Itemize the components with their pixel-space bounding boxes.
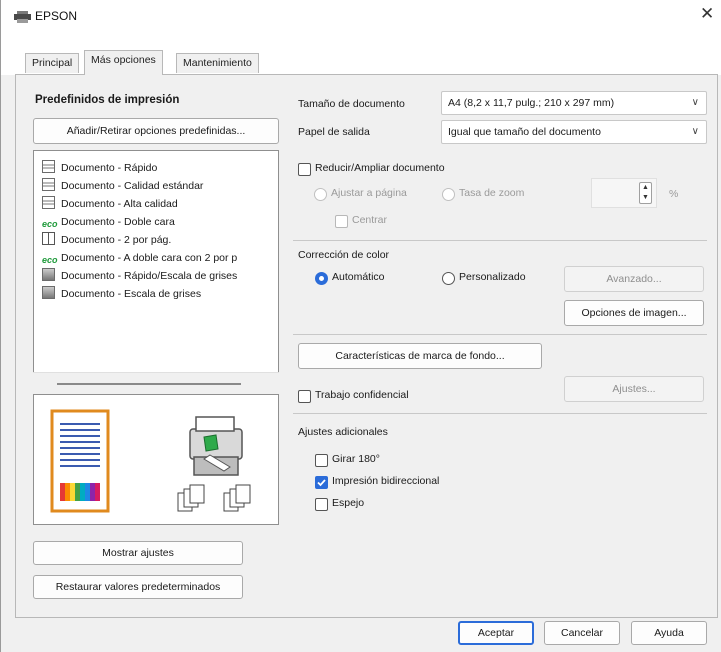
document-icon bbox=[42, 160, 55, 173]
list-item[interactable]: eco Documento - Doble cara bbox=[42, 213, 175, 231]
color-custom-label: Personalizado bbox=[459, 271, 526, 283]
bidirectional-printing-checkbox[interactable] bbox=[315, 476, 328, 489]
list-item[interactable]: Documento - Calidad estándar bbox=[42, 177, 203, 195]
printer-icon bbox=[14, 11, 31, 23]
reduce-enlarge-label: Reducir/Ampliar documento bbox=[315, 162, 445, 174]
chevron-down-icon: ∨ bbox=[691, 97, 699, 108]
presets-list[interactable]: Documento - Rápido Documento - Calidad e… bbox=[33, 150, 279, 394]
rotate-180-checkbox[interactable] bbox=[315, 454, 328, 467]
divider bbox=[293, 334, 707, 335]
confidential-settings-button[interactable]: Ajustes... bbox=[564, 376, 704, 402]
output-paper-label: Papel de salida bbox=[298, 126, 370, 138]
rotate-180-label: Girar 180° bbox=[332, 453, 380, 465]
list-item[interactable]: Documento - 2 por pág. bbox=[42, 231, 171, 249]
list-item[interactable]: Documento - Rápido bbox=[42, 159, 157, 177]
pages-icon bbox=[177, 484, 251, 512]
document-size-label: Tamaño de documento bbox=[298, 98, 405, 110]
color-automatic-label: Automático bbox=[332, 271, 385, 283]
spinner-arrows-icon[interactable]: ▲ ▼ bbox=[639, 182, 652, 204]
zoom-unit: % bbox=[669, 188, 679, 200]
scrollbar-thumb[interactable] bbox=[57, 383, 241, 385]
eco-icon: eco bbox=[42, 219, 58, 229]
cancel-button[interactable]: Cancelar bbox=[544, 621, 620, 645]
printer-duplex-icon bbox=[189, 416, 243, 476]
close-icon[interactable]: ✕ bbox=[700, 4, 714, 24]
window-title: EPSON bbox=[35, 9, 78, 23]
output-paper-select[interactable]: Igual que tamaño del documento ∨ bbox=[441, 120, 707, 144]
document-size-select[interactable]: A4 (8,2 x 11,7 pulg.; 210 x 297 mm) ∨ bbox=[441, 91, 707, 115]
color-correction-label: Corrección de color bbox=[298, 249, 390, 261]
fit-page-label: Ajustar a página bbox=[331, 187, 407, 199]
divider bbox=[293, 240, 707, 241]
print-preview bbox=[33, 394, 279, 525]
tab-more-options[interactable]: Más opciones bbox=[84, 50, 163, 75]
tab-principal[interactable]: Principal bbox=[25, 53, 80, 73]
additional-settings-label: Ajustes adicionales bbox=[298, 426, 388, 438]
restore-defaults-button[interactable]: Restaurar valores predeterminados bbox=[33, 575, 243, 599]
document-icon bbox=[42, 178, 55, 191]
help-button[interactable]: Ayuda bbox=[631, 621, 707, 645]
divider bbox=[293, 413, 707, 414]
image-options-button[interactable]: Opciones de imagen... bbox=[564, 300, 704, 326]
bidirectional-printing-label: Impresión bidireccional bbox=[332, 475, 440, 487]
grayscale-document-icon bbox=[42, 268, 55, 281]
color-custom-radio[interactable] bbox=[442, 272, 455, 285]
mirror-checkbox[interactable] bbox=[315, 498, 328, 511]
advanced-button[interactable]: Avanzado... bbox=[564, 266, 704, 292]
center-checkbox[interactable] bbox=[335, 215, 348, 228]
presets-heading: Predefinidos de impresión bbox=[35, 94, 180, 106]
zoom-rate-stepper[interactable]: ▲ ▼ bbox=[591, 178, 657, 208]
list-item[interactable]: eco Documento - A doble cara con 2 por p bbox=[42, 249, 237, 267]
print-preferences-window: EPSON ✕ Principal Más opciones Mantenimi… bbox=[0, 0, 721, 652]
two-up-icon bbox=[42, 232, 55, 245]
zoom-rate-label: Tasa de zoom bbox=[459, 187, 525, 199]
watermark-features-button[interactable]: Características de marca de fondo... bbox=[298, 343, 542, 369]
preview-illustration bbox=[50, 409, 251, 513]
confidential-job-label: Trabajo confidencial bbox=[315, 389, 409, 401]
grayscale-document-icon bbox=[42, 286, 55, 299]
title-bar: EPSON ✕ bbox=[1, 0, 721, 46]
list-item[interactable]: Documento - Rápido/Escala de grises bbox=[42, 267, 237, 285]
chevron-down-icon: ∨ bbox=[691, 126, 699, 137]
horizontal-scrollbar[interactable] bbox=[33, 372, 279, 394]
paper-preview-icon bbox=[50, 409, 110, 513]
fit-page-radio[interactable] bbox=[314, 188, 327, 201]
checkmark-icon bbox=[317, 479, 326, 487]
document-icon bbox=[42, 196, 55, 209]
tab-maintenance[interactable]: Mantenimiento bbox=[176, 53, 259, 73]
show-settings-button[interactable]: Mostrar ajustes bbox=[33, 541, 243, 565]
mirror-label: Espejo bbox=[332, 497, 365, 509]
center-label: Centrar bbox=[352, 214, 388, 226]
color-automatic-radio[interactable] bbox=[315, 272, 328, 285]
list-item[interactable]: Documento - Alta calidad bbox=[42, 195, 178, 213]
eco-icon: eco bbox=[42, 255, 58, 265]
list-item[interactable]: Documento - Escala de grises bbox=[42, 285, 201, 303]
reduce-enlarge-checkbox[interactable] bbox=[298, 163, 311, 176]
zoom-rate-radio[interactable] bbox=[442, 188, 455, 201]
ok-button[interactable]: Aceptar bbox=[458, 621, 534, 645]
add-remove-presets-button[interactable]: Añadir/Retirar opciones predefinidas... bbox=[33, 118, 279, 144]
confidential-job-checkbox[interactable] bbox=[298, 390, 311, 403]
